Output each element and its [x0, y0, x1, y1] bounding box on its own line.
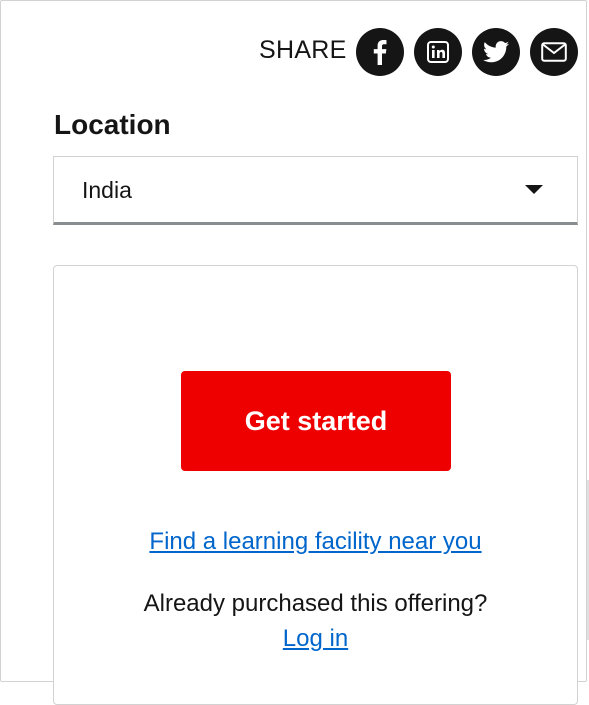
facebook-share-button[interactable]: [356, 28, 404, 76]
linkedin-share-button[interactable]: [414, 28, 462, 76]
share-label: SHARE: [259, 36, 347, 64]
location-label: Location: [54, 109, 171, 140]
login-link[interactable]: Log in: [283, 625, 348, 652]
caret-down-icon: [525, 185, 543, 194]
find-learning-facility-link[interactable]: Find a learning facility near you: [54, 528, 577, 556]
email-share-button[interactable]: [530, 28, 578, 76]
location-selected-value: India: [82, 177, 132, 203]
already-purchased-text: Already purchased this offering?: [143, 590, 488, 617]
login-link-row: Log in: [54, 625, 577, 653]
linkedin-icon: [427, 41, 449, 63]
email-icon: [541, 42, 567, 62]
twitter-icon: [483, 41, 509, 63]
get-started-button[interactable]: Get started: [181, 371, 451, 471]
enrollment-card: Get started Find a learning facility nea…: [53, 265, 578, 705]
facebook-icon: [373, 40, 387, 65]
location-select[interactable]: India: [53, 156, 578, 225]
twitter-share-button[interactable]: [472, 28, 520, 76]
